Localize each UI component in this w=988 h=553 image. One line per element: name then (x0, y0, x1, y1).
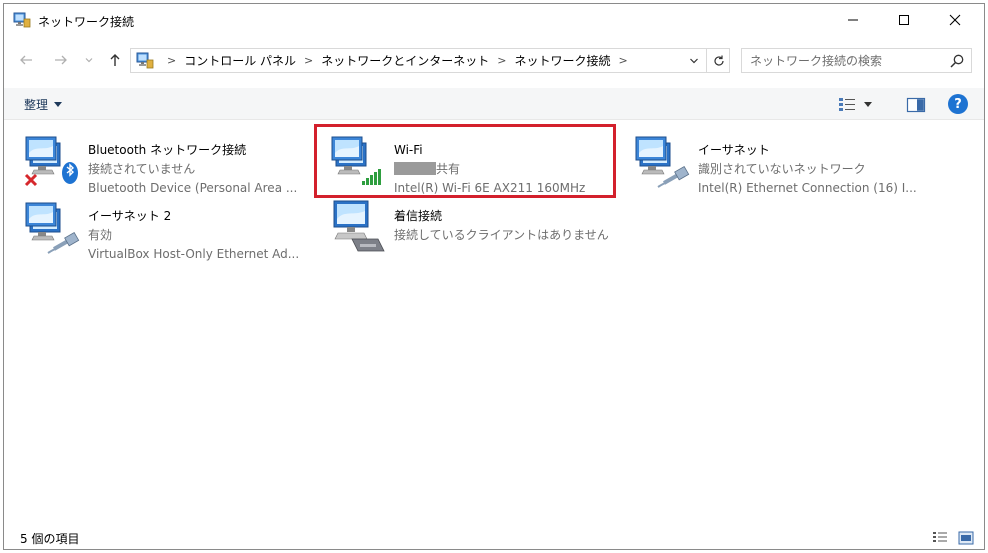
view-options-icon (839, 98, 855, 111)
connection-status: 接続されていません (88, 162, 196, 176)
connection-info: 着信接続 接続しているクライアントはありません (394, 207, 609, 245)
search-icon[interactable] (949, 53, 965, 69)
incoming-connection-icon (333, 200, 385, 252)
redacted-network-name (394, 162, 436, 175)
breadcrumb-control-panel[interactable]: コントロール パネル (184, 52, 296, 69)
connections-list: Bluetooth ネットワーク接続 接続されていません Bluetooth D… (4, 121, 984, 521)
connection-status: 有効 (88, 228, 113, 242)
window-title: ネットワーク接続 (38, 15, 135, 29)
breadcrumb-separator-icon[interactable]: > (167, 54, 176, 67)
close-button[interactable] (932, 4, 978, 36)
connection-info: Bluetooth ネットワーク接続 接続されていません Bluetooth D… (88, 141, 297, 198)
minimize-button[interactable] (830, 4, 876, 36)
chevron-down-icon (85, 58, 93, 63)
connection-name: イーサネット (698, 143, 770, 157)
connection-device: Intel(R) Wi-Fi 6E AX211 160MHz (394, 181, 586, 195)
breadcrumb-separator-icon[interactable]: > (619, 54, 628, 67)
details-view-icon[interactable] (932, 531, 948, 545)
help-button[interactable]: ? (948, 94, 968, 114)
connection-name: Bluetooth ネットワーク接続 (88, 143, 247, 157)
connection-device: Bluetooth Device (Personal Area ... (88, 181, 298, 195)
list-item-ethernet-2[interactable]: イーサネット 2 有効 VirtualBox Host-Only Etherne… (24, 197, 319, 261)
connection-info: イーサネット 識別されていないネットワーク Intel(R) Ethernet … (698, 141, 917, 198)
explorer-window: ネットワーク接続 > コントロール パネル > ネットワークとインターネット >… (3, 3, 985, 550)
help-icon: ? (954, 96, 962, 112)
organize-label: 整理 (24, 98, 49, 112)
back-button[interactable] (16, 50, 36, 70)
refresh-button[interactable] (706, 49, 730, 72)
network-adapter-ethernet-icon (25, 202, 80, 254)
large-icons-view-icon[interactable] (958, 531, 974, 545)
caret-down-icon (864, 102, 872, 107)
close-icon (949, 14, 961, 26)
preview-pane-icon[interactable] (906, 96, 926, 114)
maximize-icon (899, 15, 909, 25)
breadcrumb: > コントロール パネル > ネットワークとインターネット > ネットワーク接続… (159, 49, 636, 72)
connection-info: イーサネット 2 有効 VirtualBox Host-Only Etherne… (88, 207, 299, 264)
connection-status: 識別されていないネットワーク (698, 162, 866, 176)
connection-info: Wi-Fi 共有 Intel(R) Wi-Fi 6E AX211 160MHz (394, 141, 585, 198)
item-count: 5 個の項目 (20, 532, 80, 546)
address-history-button[interactable] (686, 53, 702, 69)
connection-status-row: 共有 (394, 160, 585, 179)
connection-name: イーサネット 2 (88, 209, 172, 223)
navigation-bar: > コントロール パネル > ネットワークとインターネット > ネットワーク接続… (4, 44, 984, 76)
breadcrumb-separator-icon[interactable]: > (497, 54, 506, 67)
arrow-right-icon (55, 55, 67, 65)
organize-menu-button[interactable]: 整理 (24, 96, 63, 113)
list-item-incoming-connections[interactable]: 着信接続 接続しているクライアントはありません (330, 197, 625, 259)
address-bar[interactable]: > コントロール パネル > ネットワークとインターネット > ネットワーク接続… (130, 48, 730, 73)
breadcrumb-network-connections[interactable]: ネットワーク接続 (515, 52, 611, 69)
status-bar: 5 個の項目 (4, 524, 984, 550)
breadcrumb-separator-icon[interactable]: > (304, 54, 313, 67)
caret-down-icon (54, 101, 63, 107)
connection-name: 着信接続 (394, 209, 443, 223)
command-bar: 整理 ? (4, 88, 984, 120)
search-input[interactable] (750, 49, 940, 72)
change-view-button[interactable] (838, 96, 884, 114)
refresh-icon (713, 55, 724, 66)
connection-device: VirtualBox Host-Only Ethernet Ad... (88, 247, 300, 261)
list-item-ethernet[interactable]: イーサネット 識別されていないネットワーク Intel(R) Ethernet … (634, 131, 929, 195)
chevron-down-icon (690, 58, 698, 64)
forward-button[interactable] (51, 50, 71, 70)
list-item-bluetooth[interactable]: Bluetooth ネットワーク接続 接続されていません Bluetooth D… (24, 131, 319, 195)
recent-locations-button[interactable] (82, 50, 96, 70)
network-adapter-bluetooth-icon (24, 136, 78, 187)
arrow-up-icon (110, 54, 120, 66)
network-adapter-ethernet-icon (635, 136, 690, 188)
up-button[interactable] (105, 50, 125, 70)
connection-device: Intel(R) Ethernet Connection (16) I... (698, 181, 917, 195)
title-bar[interactable]: ネットワーク接続 (4, 4, 984, 36)
maximize-button[interactable] (881, 4, 927, 36)
arrow-left-icon (20, 55, 32, 65)
connection-status: 接続しているクライアントはありません (394, 228, 609, 242)
search-box[interactable] (741, 48, 972, 73)
network-adapter-wifi-icon (331, 136, 381, 185)
minimize-icon (848, 19, 858, 21)
breadcrumb-network-internet[interactable]: ネットワークとインターネット (321, 52, 489, 69)
connection-status: 共有 (436, 162, 461, 176)
connection-name: Wi-Fi (394, 143, 423, 157)
list-item-wifi[interactable]: Wi-Fi 共有 Intel(R) Wi-Fi 6E AX211 160MHz (330, 131, 625, 195)
network-folder-icon (136, 52, 154, 69)
network-folder-icon (13, 12, 31, 28)
